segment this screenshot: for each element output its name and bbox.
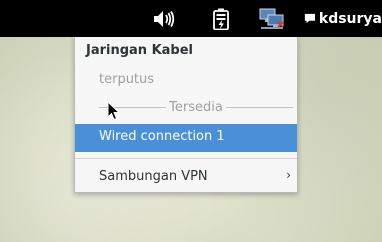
- chat-icon: [304, 13, 316, 24]
- vpn-connections-item[interactable]: Sambungan VPN ›: [75, 164, 297, 188]
- menu-divider: [75, 158, 297, 159]
- available-label: Tersedia: [169, 99, 223, 115]
- battery-charging-icon[interactable]: [210, 7, 232, 31]
- connection-status-label: terputus: [99, 72, 155, 87]
- mouse-pointer-icon: [107, 101, 121, 121]
- speaker-volume-icon[interactable]: [150, 7, 178, 31]
- vpn-connections-label: Sambungan VPN: [99, 169, 208, 184]
- wired-connection-item[interactable]: Wired connection 1: [75, 124, 297, 152]
- user-name-label: kdsurya: [318, 11, 382, 27]
- submenu-arrow-icon: ›: [286, 168, 291, 182]
- top-panel: kdsurya: [0, 0, 382, 37]
- network-wired-icon[interactable]: [258, 7, 286, 31]
- wired-connection-label: Wired connection 1: [99, 129, 225, 144]
- menu-section-title: Jaringan Kabel: [86, 43, 194, 58]
- user-menu[interactable]: kdsurya: [304, 7, 382, 31]
- separator-line-right: [225, 106, 293, 108]
- available-separator: Tersedia: [99, 99, 293, 115]
